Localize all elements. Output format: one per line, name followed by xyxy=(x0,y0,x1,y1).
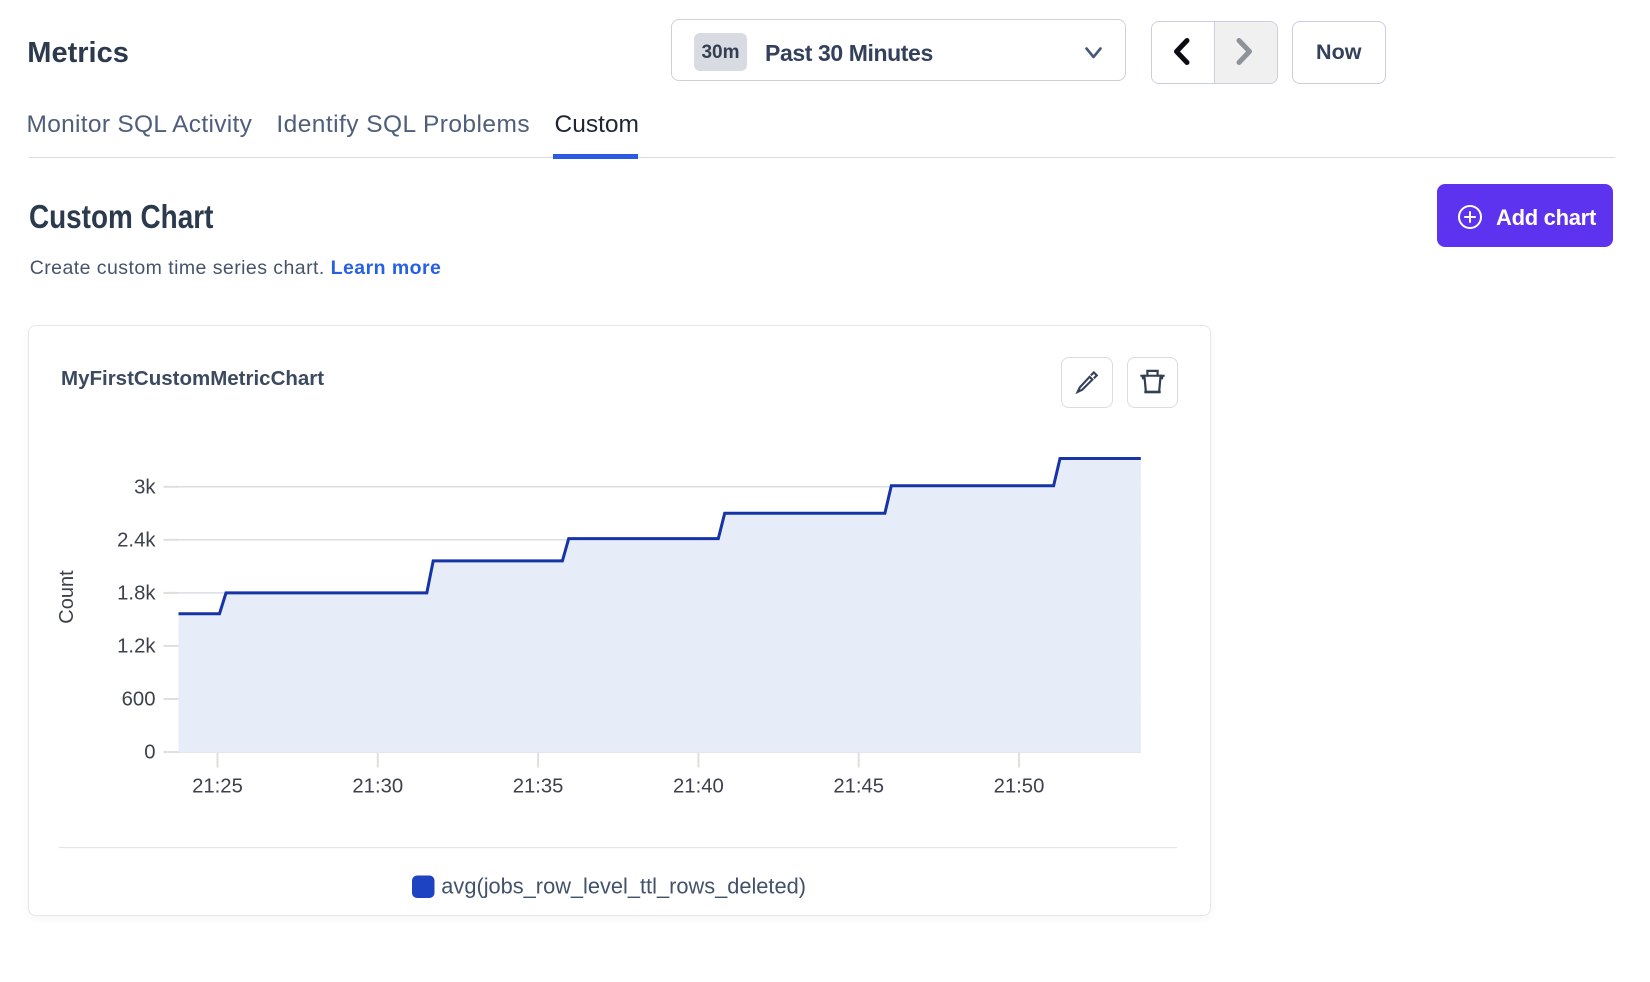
svg-text:600: 600 xyxy=(122,689,156,711)
svg-text:0: 0 xyxy=(144,742,155,764)
svg-text:21:45: 21:45 xyxy=(833,776,884,798)
svg-text:1.8k: 1.8k xyxy=(117,582,156,604)
svg-text:21:50: 21:50 xyxy=(994,776,1045,798)
svg-text:avg(jobs_row_level_ttl_rows_de: avg(jobs_row_level_ttl_rows_deleted) xyxy=(441,874,806,899)
svg-text:21:35: 21:35 xyxy=(513,776,564,798)
svg-text:21:40: 21:40 xyxy=(673,776,724,798)
svg-text:2.4k: 2.4k xyxy=(117,529,156,551)
svg-text:Count: Count xyxy=(56,570,78,624)
svg-text:21:25: 21:25 xyxy=(192,776,243,798)
svg-text:21:30: 21:30 xyxy=(352,776,403,798)
svg-text:3k: 3k xyxy=(134,476,156,498)
svg-text:1.2k: 1.2k xyxy=(117,635,156,657)
